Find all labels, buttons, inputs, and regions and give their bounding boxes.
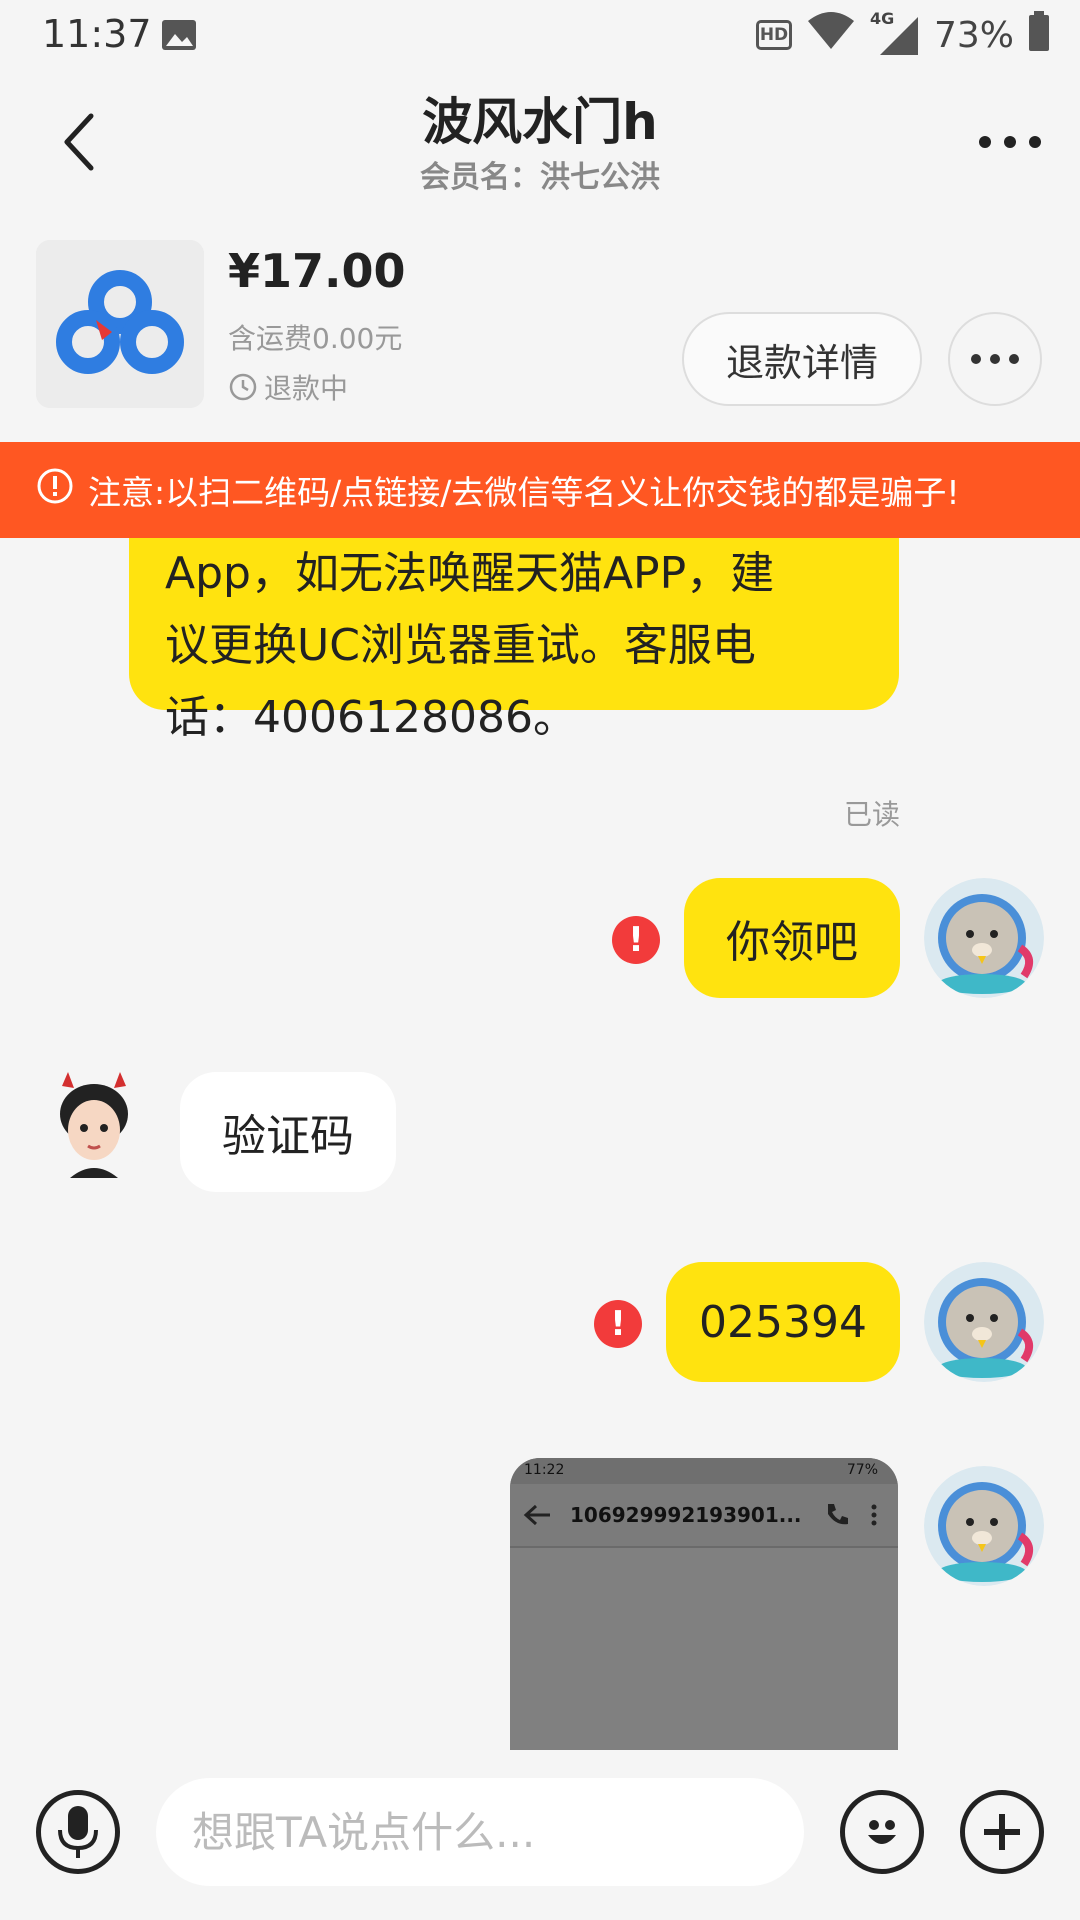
read-receipt: 已读 (843, 798, 900, 831)
cat-avatar-icon (924, 1466, 1044, 1586)
more-dots-icon (979, 136, 1041, 148)
refund-status: 退款中 (228, 367, 348, 407)
image-notification-icon (160, 16, 198, 54)
screenshot-battery: 77% (846, 1462, 878, 1478)
page-title: 波风水门h (422, 93, 658, 151)
seller-avatar[interactable] (34, 1066, 154, 1186)
message-line: App，如无法唤醒天猫APP，建 (165, 548, 775, 599)
screenshot-title: 106929992193901... (570, 1503, 802, 1527)
refund-details-button[interactable]: 退款详情 (682, 312, 922, 406)
product-price: ¥17.00 (228, 244, 406, 298)
screenshot-status-bar: 11:22 77% (510, 1458, 898, 1484)
chat-header: 波风水门h 会员名：洪七公洪 (0, 72, 1080, 222)
alert-circle-icon (36, 467, 74, 513)
send-failed-icon[interactable]: ! (612, 916, 660, 964)
back-arrow-icon (523, 1504, 550, 1526)
fraud-warning-banner: 注意:以扫二维码/点链接/去微信等名义让你交钱的都是骗子! (0, 442, 1080, 538)
message-input[interactable] (156, 1778, 804, 1886)
message-input-bar (0, 1750, 1080, 1920)
clock-icon (229, 373, 257, 401)
message-bubble-sent[interactable]: 你领吧 (684, 878, 900, 998)
plus-icon (984, 1814, 1020, 1850)
message-line: 话：4006128086。 (165, 692, 577, 743)
chat-messages[interactable]: App，如无法唤醒天猫APP，建 议更换UC浏览器重试。客服电 话：400612… (0, 538, 1080, 1750)
message-bubble-sent[interactable]: 025394 (666, 1262, 900, 1382)
product-more-button[interactable] (948, 312, 1042, 406)
wifi-icon (806, 11, 856, 60)
product-card[interactable]: ¥17.00 含运费0.00元 退款中 退款详情 (0, 222, 1080, 442)
cat-avatar-icon (924, 878, 1044, 998)
emoji-button[interactable] (840, 1790, 924, 1874)
baidu-cloud-logo-icon (36, 240, 204, 408)
my-avatar[interactable] (924, 1466, 1044, 1586)
refund-status-text: 退款中 (264, 372, 349, 405)
cat-avatar-icon (924, 1262, 1044, 1382)
microphone-icon (58, 1806, 98, 1858)
message-bubble-received[interactable]: 验证码 (180, 1072, 396, 1192)
battery-icon (1028, 10, 1050, 60)
cellular-signal-icon: 4G (870, 9, 920, 57)
warning-text: 注意:以扫二维码/点链接/去微信等名义让你交钱的都是骗子! (88, 473, 960, 512)
more-vertical-icon (871, 1504, 877, 1526)
send-failed-icon[interactable]: ! (594, 1300, 642, 1348)
screenshot-header: 106929992193901... (510, 1484, 898, 1548)
hd-badge: HD (755, 20, 792, 50)
more-options-button[interactable] (970, 122, 1050, 162)
smiley-icon (868, 1820, 896, 1844)
message-bubble-system[interactable]: App，如无法唤醒天猫APP，建 议更换UC浏览器重试。客服电 话：400612… (129, 538, 899, 743)
person-avatar-icon (34, 1066, 154, 1186)
shipping-fee: 含运费0.00元 (228, 322, 403, 355)
product-thumbnail[interactable] (36, 240, 204, 408)
phone-icon (827, 1504, 848, 1525)
voice-input-button[interactable] (36, 1790, 120, 1874)
add-attachment-button[interactable] (960, 1790, 1044, 1874)
member-name: 会员名：洪七公洪 (420, 160, 660, 195)
my-avatar[interactable] (924, 1262, 1044, 1382)
status-bar: 11:37 HD 4G 73% (0, 0, 1080, 72)
status-time: 11:37 (42, 12, 152, 56)
status-indicators: HD 4G 73% (755, 9, 1050, 60)
message-line: 议更换UC浏览器重试。客服电 (165, 620, 756, 671)
battery-percent: 73% (933, 14, 1014, 56)
more-dots-icon (971, 354, 1019, 364)
screenshot-time: 11:22 (524, 1462, 565, 1478)
image-message[interactable]: 11:22 77% 106929992193901... (510, 1458, 898, 1750)
my-avatar[interactable] (924, 878, 1044, 998)
